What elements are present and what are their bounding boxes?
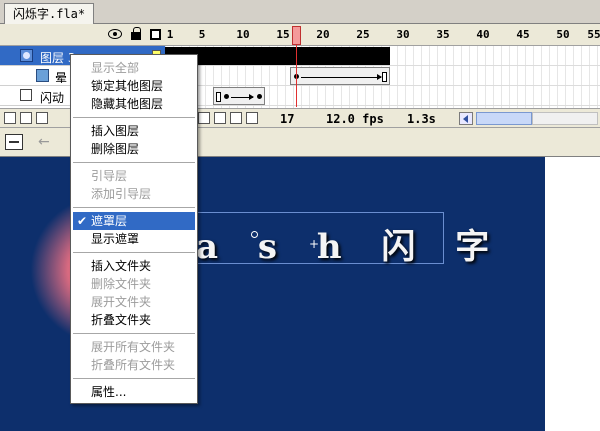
- frame-ruler-number[interactable]: 35: [436, 28, 449, 41]
- insert-layer-icon[interactable]: [4, 112, 16, 124]
- layer-name: 闪动: [40, 91, 65, 105]
- menu-item-delete-layer[interactable]: 删除图层: [71, 140, 197, 158]
- menu-item-show-masking[interactable]: 显示遮罩: [71, 230, 197, 248]
- menu-separator: [73, 162, 195, 163]
- menu-item-insert-folder[interactable]: 插入文件夹: [71, 257, 197, 275]
- keyframe-span[interactable]: [165, 47, 390, 65]
- frame-ruler-number[interactable]: 5: [199, 28, 206, 41]
- eye-icon[interactable]: [108, 29, 122, 39]
- frame-ruler-number[interactable]: 45: [516, 28, 529, 41]
- layer-context-menu: 显示全部 锁定其他图层 隐藏其他图层 插入图层 删除图层 引导层 添加引导层 ✔…: [70, 54, 198, 404]
- onion-outline-icon[interactable]: [214, 112, 226, 124]
- lock-icon[interactable]: [131, 27, 141, 40]
- menu-item-insert-layer[interactable]: 插入图层: [71, 122, 197, 140]
- frame-grid[interactable]: [165, 46, 600, 108]
- stage-text: a s h 闪 字: [196, 227, 504, 267]
- menu-item-guide-layer[interactable]: 引导层: [71, 167, 197, 185]
- layer-name: 晕: [55, 71, 68, 85]
- elapsed-time: 1.3s: [407, 112, 436, 126]
- document-tab-bar: 闪烁字.fla*: [0, 0, 600, 24]
- frame-ruler-number[interactable]: 30: [396, 28, 409, 41]
- keyframe-dot[interactable]: [257, 94, 262, 99]
- end-frame-marker[interactable]: [216, 92, 221, 102]
- masked-layer-icon: [36, 69, 49, 82]
- end-frame-marker[interactable]: [382, 72, 387, 82]
- scrollbar-track[interactable]: [532, 112, 598, 125]
- menu-item-properties[interactable]: 属性...: [71, 383, 197, 401]
- menu-item-expand-all-folders[interactable]: 展开所有文件夹: [71, 338, 197, 356]
- scrollbar-thumb[interactable]: [476, 112, 532, 125]
- onion-markers-icon[interactable]: [246, 112, 258, 124]
- frame-row-normal[interactable]: [165, 86, 600, 106]
- frame-rate: 12.0 fps: [326, 112, 384, 126]
- frame-row-masked[interactable]: [165, 66, 600, 86]
- layer-icon: [20, 89, 32, 101]
- frame-ruler-number[interactable]: 50: [556, 28, 569, 41]
- playhead-line: [296, 45, 297, 107]
- menu-item-show-all[interactable]: 显示全部: [71, 59, 197, 77]
- tween-arrow: [231, 94, 254, 100]
- registration-point: [251, 231, 258, 238]
- menu-item-hide-others[interactable]: 隐藏其他图层: [71, 95, 197, 113]
- frame-ruler-number[interactable]: 20: [316, 28, 329, 41]
- add-guide-layer-icon[interactable]: [20, 112, 32, 124]
- edit-multiple-frames-icon[interactable]: [230, 112, 242, 124]
- frame-ruler-number[interactable]: 10: [236, 28, 249, 41]
- back-arrow-icon[interactable]: ←: [38, 134, 50, 150]
- scroll-left-button[interactable]: [459, 112, 473, 125]
- menu-separator: [73, 252, 195, 253]
- menu-separator: [73, 378, 195, 379]
- tween-arrow: [301, 74, 382, 80]
- menu-separator: [73, 333, 195, 334]
- frame-ruler-number[interactable]: 25: [356, 28, 369, 41]
- menu-item-label: 遮罩层: [91, 214, 128, 228]
- frame-ruler-number[interactable]: 1: [167, 28, 174, 41]
- frame-ruler-number[interactable]: 55: [587, 28, 600, 41]
- transform-point-icon: +: [309, 237, 320, 251]
- keyframe-dot[interactable]: [224, 94, 229, 99]
- motion-tween-span[interactable]: [213, 87, 265, 105]
- insert-folder-icon[interactable]: [36, 112, 48, 124]
- menu-item-add-motion-guide[interactable]: 添加引导层: [71, 185, 197, 203]
- frame-ruler-number[interactable]: 15: [276, 28, 289, 41]
- menu-item-lock-others[interactable]: 锁定其他图层: [71, 77, 197, 95]
- current-frame: 17: [280, 112, 295, 126]
- menu-item-mask[interactable]: ✔ 遮罩层: [73, 212, 195, 230]
- document-tab[interactable]: 闪烁字.fla*: [4, 3, 95, 24]
- timeline-toggle-icon[interactable]: [5, 134, 23, 150]
- menu-item-collapse-all-folders[interactable]: 折叠所有文件夹: [71, 356, 197, 374]
- menu-separator: [73, 117, 195, 118]
- menu-separator: [73, 207, 195, 208]
- menu-item-collapse-folder[interactable]: 折叠文件夹: [71, 311, 197, 329]
- checkmark-icon: ✔: [77, 214, 88, 228]
- menu-item-expand-folder[interactable]: 展开文件夹: [71, 293, 197, 311]
- frame-ruler-number[interactable]: 40: [476, 28, 489, 41]
- menu-item-delete-folder[interactable]: 删除文件夹: [71, 275, 197, 293]
- mask-layer-icon: [20, 49, 33, 62]
- text-field[interactable]: a s h 闪 字 +: [172, 212, 489, 267]
- outline-icon[interactable]: [150, 29, 161, 40]
- playhead[interactable]: [292, 26, 301, 45]
- onion-skin-icon[interactable]: [198, 112, 210, 124]
- frame-row-mask[interactable]: [165, 46, 600, 66]
- motion-tween-span[interactable]: [290, 67, 390, 85]
